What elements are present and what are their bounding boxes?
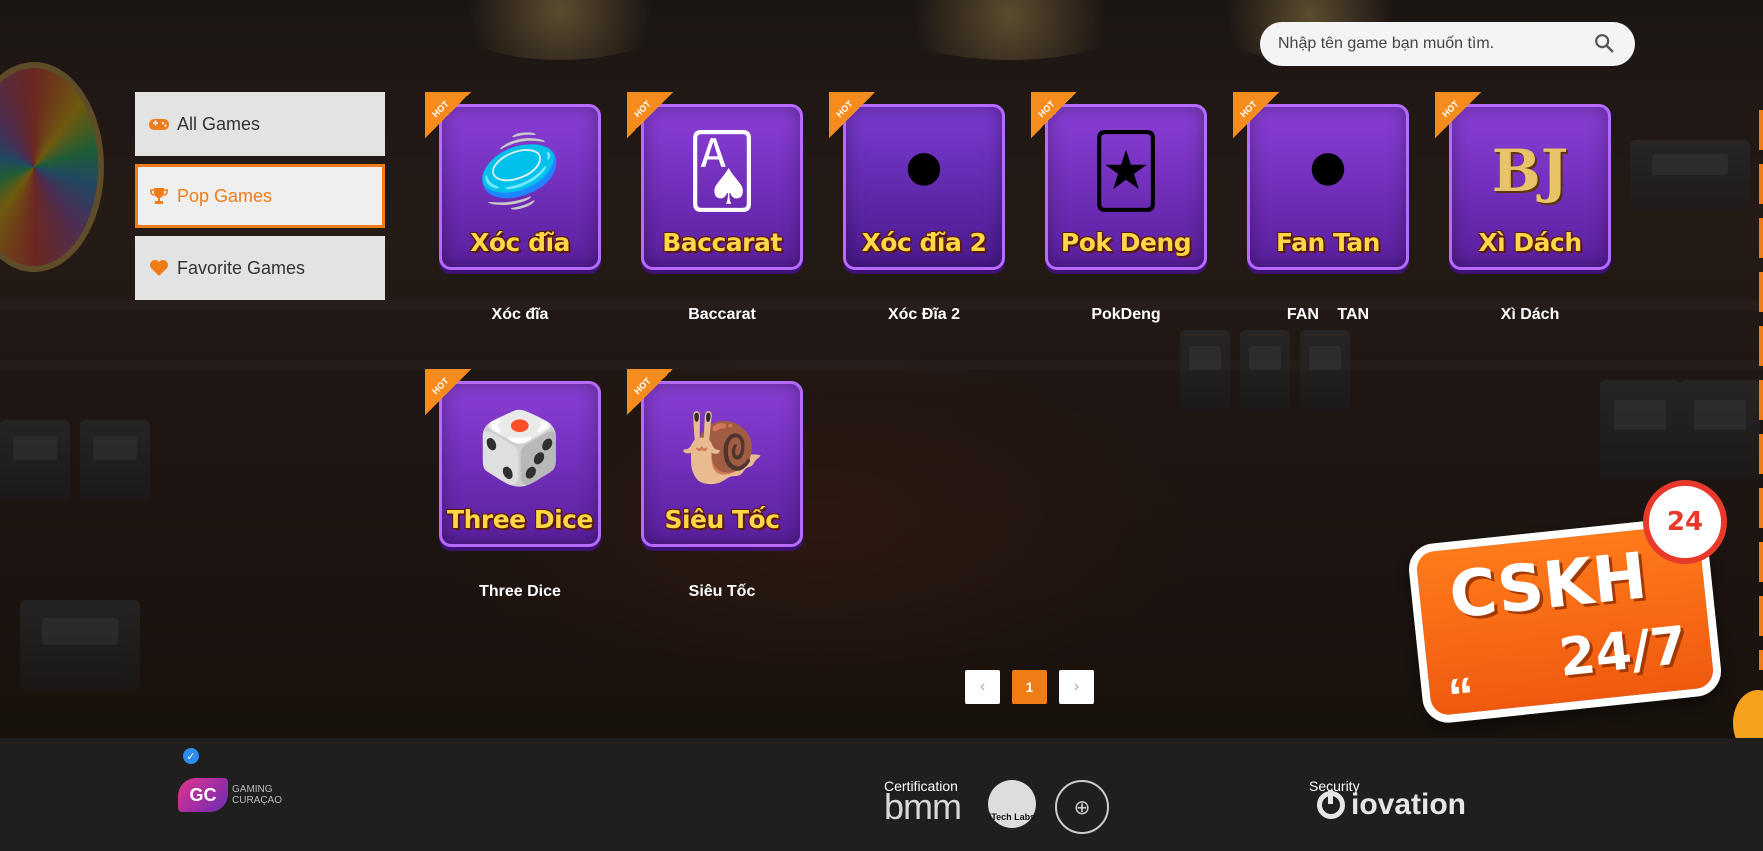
game-art-icon: ⚫ (1298, 132, 1358, 210)
game-art-icon: 🎲 (476, 409, 564, 487)
hot-badge: HOT (1031, 92, 1077, 138)
side-tab-strip (1759, 110, 1763, 670)
game-name[interactable]: Xóc đĩa (439, 306, 601, 324)
game-tile-title: Xì Dách (1478, 228, 1582, 257)
game-tile-title: Three Dice (447, 505, 593, 534)
prev-page-button[interactable]: ‹ (965, 670, 1000, 704)
bmm-logo: bmm (884, 786, 962, 827)
pagination: ‹ 1 › (965, 670, 1094, 704)
gc-logo-text: Gaming Curaçao (232, 784, 283, 806)
game-name[interactable]: Siêu Tốc (641, 583, 803, 601)
clock-24-icon: 24 (1643, 480, 1727, 564)
game-name[interactable]: Baccarat (641, 306, 803, 324)
footer: ✓ GC Gaming Curaçao Certification bmm iT… (0, 738, 1763, 851)
search-icon (1595, 34, 1614, 53)
verified-check-icon: ✓ (183, 748, 199, 764)
game-tile-title: Siêu Tốc (664, 505, 780, 534)
game-art-icon: 🐌 (678, 409, 766, 487)
sidebar-item-favorite-games[interactable]: Favorite Games (135, 236, 385, 300)
sidebar-item-label: All Games (177, 113, 261, 134)
trophy-icon (147, 184, 171, 208)
heart-icon (147, 256, 171, 280)
search-bar (1260, 22, 1635, 66)
game-art-icon: BJ (1491, 137, 1569, 205)
game-tile-title: Xóc đĩa (470, 228, 570, 257)
iovation-logo: iovation (1317, 788, 1466, 822)
hot-badge: HOT (627, 369, 673, 415)
sidebar-item-label: Pop Games (177, 185, 273, 206)
game-art-icon: 🥏 (476, 132, 564, 210)
gc-badge: GC (178, 778, 228, 812)
gamepad-icon (147, 112, 171, 136)
game-tile-title: Fan Tan (1276, 228, 1380, 257)
game-name[interactable]: FAN TAN (1247, 306, 1409, 324)
search-button[interactable] (1593, 32, 1617, 56)
itech-labs-logo: iTech Labs (988, 780, 1036, 828)
game-tile-title: Pok Deng (1060, 228, 1192, 257)
game-name[interactable]: Xì Dách (1449, 306, 1611, 324)
customer-support-badge[interactable]: CSKH 24/7 “ 24 (1385, 480, 1745, 740)
gaming-curacao-logo[interactable]: GC Gaming Curaçao (178, 778, 282, 812)
game-name[interactable]: Three Dice (439, 583, 601, 601)
game-art-icon: 🂡 (686, 132, 758, 210)
category-sidebar: All Games Pop Games Favorite Games (135, 92, 385, 308)
sidebar-item-pop-games[interactable]: Pop Games (135, 164, 385, 228)
hot-badge: HOT (829, 92, 875, 138)
game-art-icon: ⚫ (894, 132, 954, 210)
game-name[interactable]: Xóc Đĩa 2 (843, 306, 1005, 324)
game-name[interactable]: PokDeng (1045, 306, 1207, 324)
game-tile-title: Xóc đĩa 2 (861, 228, 987, 257)
game-art-icon: 🃏 (1090, 132, 1162, 210)
power-icon (1317, 790, 1345, 819)
search-input[interactable] (1278, 35, 1593, 53)
hot-badge: HOT (425, 92, 471, 138)
game-tile-title: Baccarat (662, 228, 782, 257)
hot-badge: HOT (425, 369, 471, 415)
hot-badge: HOT (627, 92, 673, 138)
hot-badge: HOT (1435, 92, 1481, 138)
support-subtitle: 24/7 (1556, 615, 1690, 689)
support-title: CSKH (1446, 539, 1651, 634)
next-page-button[interactable]: › (1059, 670, 1094, 704)
gli-globe-icon: ⊕ (1055, 780, 1109, 834)
sidebar-item-label: Favorite Games (177, 257, 306, 278)
hot-badge: HOT (1233, 92, 1279, 138)
quote-icon: “ (1445, 667, 1478, 728)
page-1-button[interactable]: 1 (1012, 670, 1047, 704)
sidebar-item-all-games[interactable]: All Games (135, 92, 385, 156)
